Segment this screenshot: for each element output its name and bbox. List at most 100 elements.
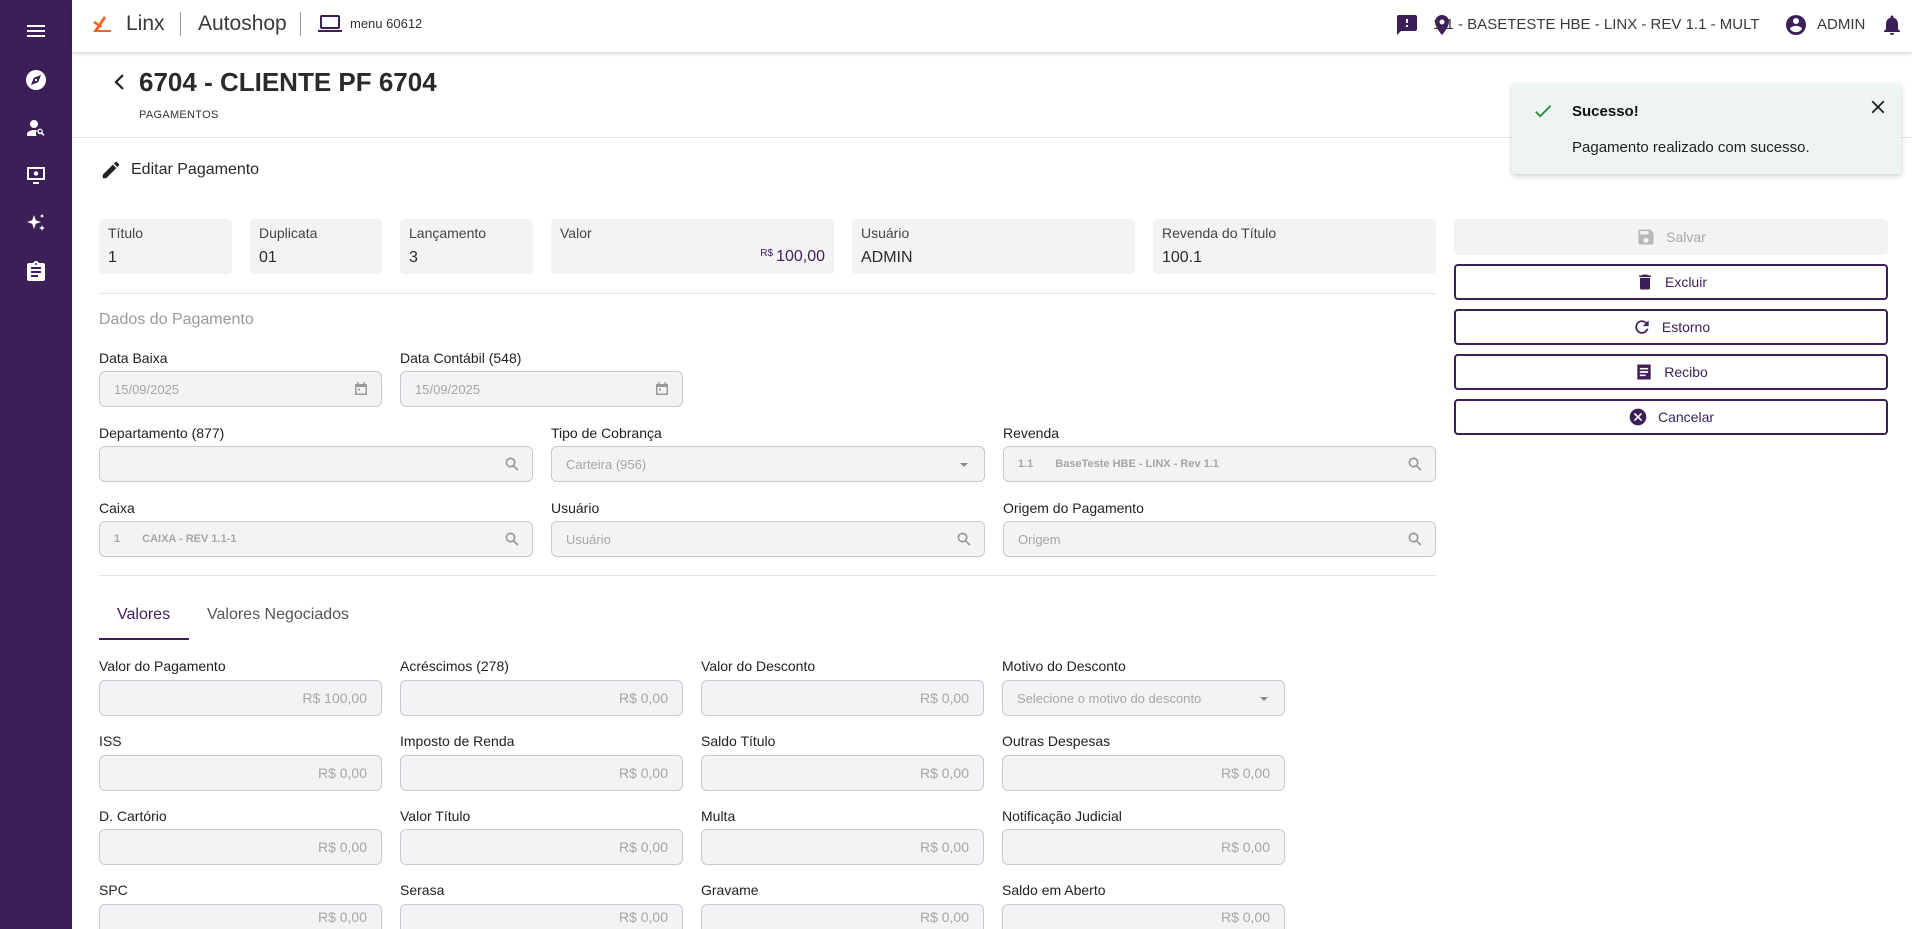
revenda-field[interactable]: 1.1 BaseTeste HBE - LINX - Rev 1.1	[1003, 446, 1436, 482]
calendar-icon[interactable]	[654, 381, 670, 397]
caixa-label: Caixa	[99, 500, 135, 516]
valor-desconto-field[interactable]: R$ 0,00	[701, 680, 984, 716]
serasa-label: Serasa	[400, 882, 445, 898]
pencil-icon	[102, 161, 120, 179]
tipo-cobranca-label: Tipo de Cobrança	[551, 425, 662, 441]
app-name: Autoshop	[198, 12, 287, 35]
page-subtitle: PAGAMENTOS	[139, 109, 219, 121]
close-icon[interactable]	[1867, 96, 1889, 118]
menu-icon[interactable]	[18, 13, 54, 49]
search-icon[interactable]	[504, 531, 520, 547]
gravame-field[interactable]: R$ 0,00	[701, 904, 984, 929]
tile-titulo: Título 1	[99, 219, 232, 274]
monitor-icon[interactable]	[18, 158, 54, 194]
sparkle-icon[interactable]	[18, 206, 54, 242]
tab-valores[interactable]: Valores	[117, 606, 170, 624]
tile-value: 100,00	[776, 248, 825, 265]
notificacao-judicial-field[interactable]: R$ 0,00	[1002, 829, 1285, 865]
acrescimos-field[interactable]: R$ 0,00	[400, 680, 683, 716]
header-divider	[300, 12, 301, 36]
success-toast: Sucesso! Pagamento realizado com sucesso…	[1512, 84, 1901, 174]
data-contabil-field[interactable]: 15/09/2025	[400, 371, 683, 407]
field-placeholder: Origem	[1018, 531, 1061, 547]
user-name[interactable]: ADMIN	[1817, 16, 1865, 33]
revenda-code: 1.1	[1018, 458, 1034, 470]
tile-label: Lançamento	[409, 225, 487, 241]
feedback-icon[interactable]	[1395, 13, 1419, 37]
field-value: Carteira (956)	[566, 456, 647, 472]
motivo-desconto-select[interactable]: Selecione o motivo do desconto	[1002, 680, 1285, 716]
search-icon[interactable]	[504, 456, 520, 472]
back-arrow-icon[interactable]	[110, 72, 130, 92]
caixa-field[interactable]: 1 CAIXA - REV 1.1-1	[99, 521, 533, 557]
clipboard-icon[interactable]	[18, 254, 54, 290]
origem-field[interactable]: Origem	[1003, 521, 1436, 557]
tile-value: 100.1	[1162, 249, 1203, 266]
floppy-disk-icon	[1638, 229, 1654, 245]
compass-icon[interactable]	[18, 62, 54, 98]
divider	[99, 575, 1436, 576]
origem-label: Origem do Pagamento	[1003, 500, 1144, 516]
menu-code: menu 60612	[350, 16, 423, 31]
spc-field[interactable]: R$ 0,00	[99, 904, 382, 929]
sidebar	[0, 0, 72, 929]
tile-value: 1	[108, 249, 117, 266]
data-baixa-label: Data Baixa	[99, 350, 168, 366]
field-placeholder: Usuário	[566, 531, 611, 547]
search-icon[interactable]	[1407, 456, 1423, 472]
search-icon[interactable]	[1407, 531, 1423, 547]
field-value: 15/09/2025	[114, 381, 180, 397]
cancelar-button[interactable]: Cancelar	[1454, 399, 1888, 435]
data-baixa-field[interactable]: 15/09/2025	[99, 371, 382, 407]
search-icon[interactable]	[956, 531, 972, 547]
saldo-aberto-label: Saldo em Aberto	[1002, 882, 1106, 898]
top-header: Linx Autoshop menu 60612 1.1 - BASETESTE…	[72, 0, 1912, 52]
excluir-label: Excluir	[1664, 274, 1707, 290]
cancel-circle-icon	[1629, 408, 1647, 426]
motivo-desconto-label: Motivo do Desconto	[1002, 658, 1126, 674]
serasa-field[interactable]: R$ 0,00	[400, 904, 683, 929]
tile-duplicata: Duplicata 01	[250, 219, 382, 274]
cancelar-label: Cancelar	[1657, 409, 1715, 425]
toast-message: Pagamento realizado com sucesso.	[1572, 139, 1810, 156]
caixa-desc: CAIXA - REV 1.1-1	[142, 533, 237, 545]
saldo-titulo-field[interactable]: R$ 0,00	[701, 755, 984, 791]
outras-despesas-field[interactable]: R$ 0,00	[1002, 755, 1285, 791]
tile-revenda-titulo: Revenda do Título 100.1	[1153, 219, 1436, 274]
estorno-button[interactable]: Estorno	[1454, 309, 1888, 345]
imposto-renda-label: Imposto de Renda	[400, 733, 515, 749]
recibo-button[interactable]: Recibo	[1454, 354, 1888, 390]
tipo-cobranca-select[interactable]: Carteira (956)	[551, 446, 985, 482]
laptop-icon	[318, 15, 342, 32]
active-tab-indicator	[99, 638, 189, 640]
departamento-field[interactable]	[99, 446, 533, 482]
revenda-desc: BaseTeste HBE - LINX - Rev 1.1	[1055, 458, 1219, 470]
salvar-button[interactable]: Salvar	[1454, 219, 1888, 255]
saldo-aberto-field[interactable]: R$ 0,00	[1002, 904, 1285, 929]
trash-icon	[1639, 274, 1651, 290]
chevron-down-icon	[1260, 697, 1268, 701]
tab-valores-negociados[interactable]: Valores Negociados	[207, 606, 349, 624]
valor-pagamento-field[interactable]: R$ 100,00	[99, 680, 382, 716]
iss-field[interactable]: R$ 0,00	[99, 755, 382, 791]
imposto-renda-field[interactable]: R$ 0,00	[400, 755, 683, 791]
d-cartorio-field[interactable]: R$ 0,00	[99, 829, 382, 865]
calendar-icon[interactable]	[353, 381, 369, 397]
dados-section-label: Dados do Pagamento	[99, 311, 254, 328]
caixa-code: 1	[114, 533, 121, 545]
gravame-label: Gravame	[701, 882, 759, 898]
field-placeholder: Selecione o motivo do desconto	[1017, 690, 1202, 706]
usuario-field[interactable]: Usuário	[551, 521, 985, 557]
tile-valor: Valor R$ 100,00	[551, 219, 834, 274]
valor-titulo-field[interactable]: R$ 0,00	[400, 829, 683, 865]
user-search-icon[interactable]	[18, 110, 54, 146]
linx-logo-icon	[93, 16, 111, 32]
revenda-selector[interactable]: 1.1 - BASETESTE HBE - LINX - REV 1.1 - M…	[1433, 16, 1759, 33]
bell-icon[interactable]	[1880, 13, 1904, 37]
multa-field[interactable]: R$ 0,00	[701, 829, 984, 865]
tile-label: Título	[108, 225, 144, 241]
tile-label: Valor	[560, 225, 592, 241]
excluir-button[interactable]: Excluir	[1454, 264, 1888, 300]
d-cartorio-label: D. Cartório	[99, 808, 167, 824]
account-icon[interactable]	[1784, 13, 1808, 37]
